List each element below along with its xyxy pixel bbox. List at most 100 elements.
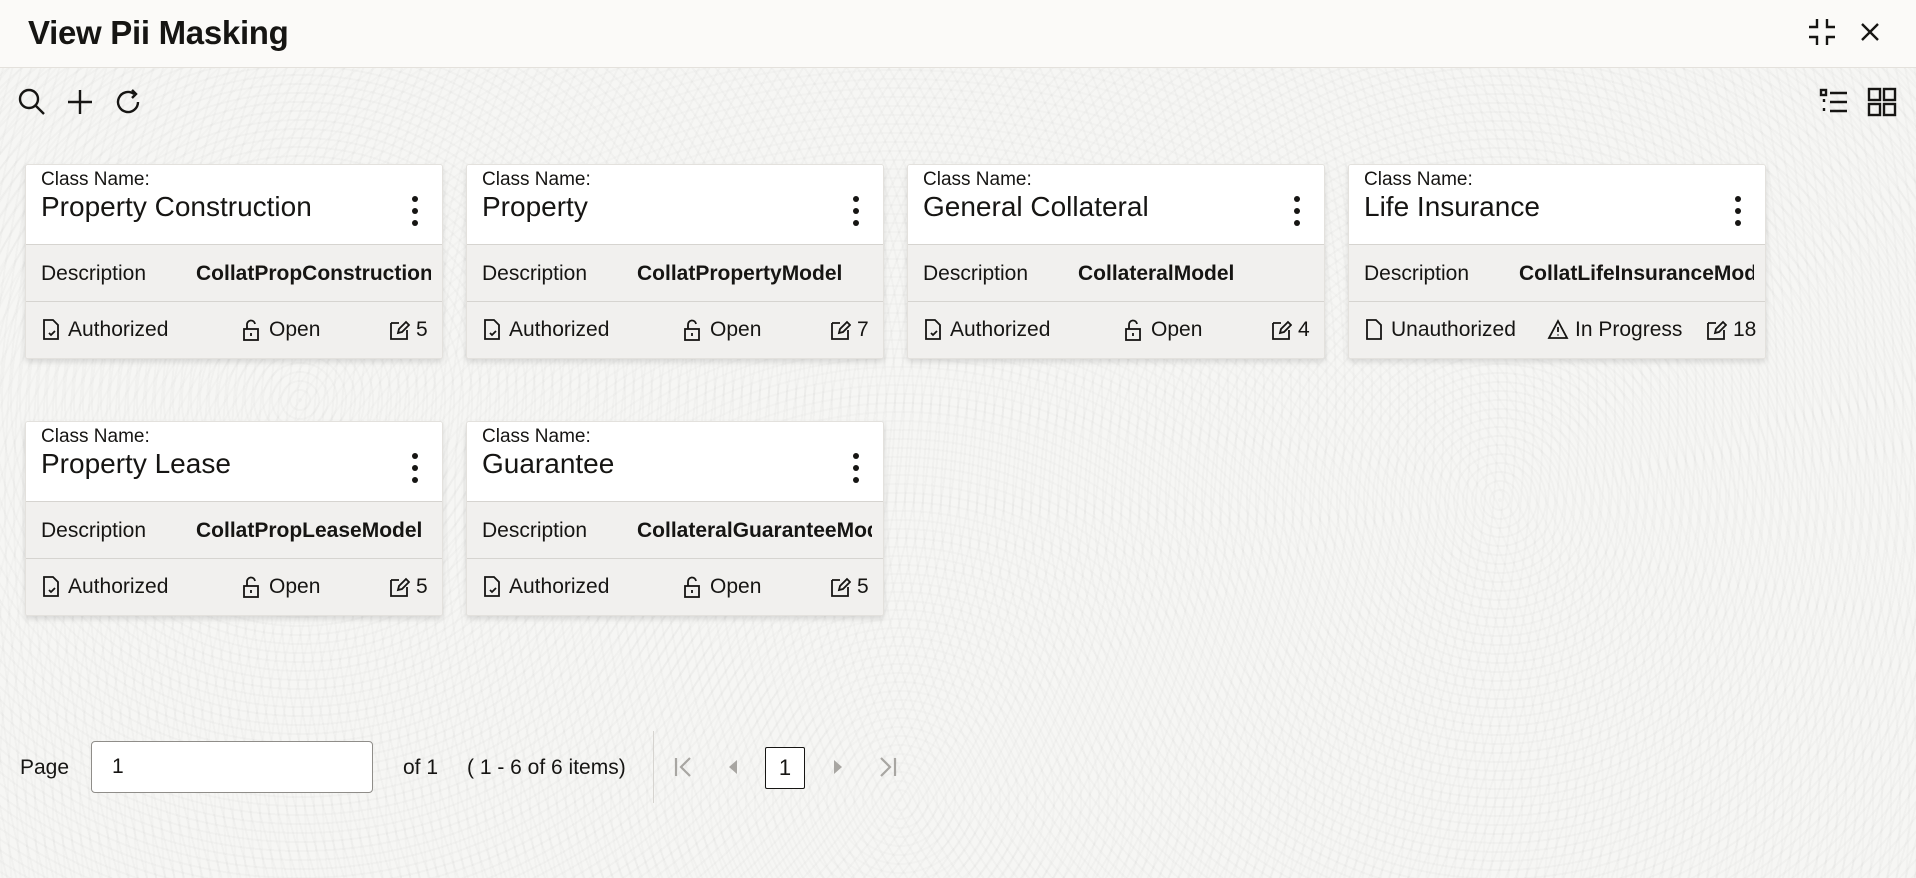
current-page-button[interactable]: 1 [765,747,805,789]
auth-status-text: Authorized [68,575,169,598]
description-value: CollatPropertyModel [637,262,843,285]
description-row: Description CollatPropLeaseModel [26,502,442,559]
more-options-icon[interactable] [400,191,430,231]
unlock-icon [243,319,259,341]
class-name-label: Class Name: [1364,169,1473,190]
more-options-icon[interactable] [400,448,430,488]
lock-status-text: Open [710,318,762,341]
class-card[interactable]: Class Name: Property Construction Descri… [25,164,443,359]
last-page-icon[interactable] [871,751,903,783]
authorized-doc-icon [43,576,59,597]
auth-status: Authorized [40,575,168,599]
lock-status: Open [241,318,320,342]
class-card[interactable]: Class Name: Property Description CollatP… [466,164,884,359]
edit-icon [831,577,851,597]
description-label: Description [482,262,588,285]
class-card[interactable]: Class Name: Guarantee Description Collat… [466,421,884,616]
modification-count: 4 [1270,318,1310,342]
description-label: Description [923,262,1029,285]
lock-status: Open [682,318,761,342]
description-value: CollatPropConstructionModel [196,262,431,285]
modification-count: 5 [388,318,428,342]
class-card[interactable]: Class Name: Life Insurance Description C… [1348,164,1766,359]
count-text: 5 [857,575,869,598]
description-row: Description CollateralModel [908,245,1324,302]
class-name-label: Class Name: [482,169,591,190]
list-view-icon[interactable] [1816,84,1852,120]
card-header: Class Name: Guarantee [467,422,883,502]
class-card[interactable]: Class Name: Property Lease Description C… [25,421,443,616]
lock-status-text: Open [1151,318,1203,341]
grid-view-icon[interactable] [1864,84,1900,120]
unlock-icon [243,576,259,598]
class-name-label: Class Name: [41,426,150,447]
count-text: 7 [857,318,869,341]
search-icon[interactable] [14,84,50,120]
description-row: Description CollatPropertyModel [467,245,883,302]
status-row: Unauthorized In Progress 18 [1349,302,1765,358]
page-title: View Pii Masking [28,14,289,51]
unlock-icon [684,319,700,341]
auth-status-text: Authorized [950,318,1051,341]
lock-status: Open [1123,318,1202,342]
count-text: 18 [1733,318,1757,341]
warning-icon [1547,319,1569,339]
header-bar: View Pii Masking [0,0,1916,68]
class-name-value: Property Construction [41,191,312,222]
class-name-value: General Collateral [923,191,1149,222]
edit-icon [1272,320,1292,340]
refresh-icon[interactable] [110,84,146,120]
auth-status: Unauthorized [1363,318,1516,342]
edit-icon [390,577,410,597]
page-number-input[interactable] [91,741,373,793]
lock-status-text: Open [269,318,321,341]
status-row: Authorized Open 4 [908,302,1324,358]
card-header: Class Name: Property Lease [26,422,442,502]
unlock-icon [684,576,700,598]
description-value: CollateralModel [1078,262,1235,285]
modification-count: 18 [1705,318,1756,342]
auth-status-text: Unauthorized [1391,318,1516,341]
status-row: Authorized Open 5 [467,559,883,615]
plus-icon[interactable] [62,84,98,120]
card-header: Class Name: Life Insurance [1349,165,1765,245]
auth-status: Authorized [40,318,168,342]
modification-count: 7 [829,318,869,342]
edit-icon [390,320,410,340]
edit-icon [1707,320,1727,340]
class-name-value: Guarantee [482,448,615,479]
description-row: Description CollatLifeInsuranceModel [1349,245,1765,302]
authorized-doc-icon [43,319,59,340]
lock-status: Open [241,575,320,599]
more-options-icon[interactable] [841,448,871,488]
class-name-label: Class Name: [482,426,591,447]
minimize-icon[interactable] [1804,14,1840,50]
first-page-icon[interactable] [668,751,700,783]
card-header: Class Name: General Collateral [908,165,1324,245]
more-options-icon[interactable] [1282,191,1312,231]
authorized-doc-icon [925,319,941,340]
description-label: Description [482,519,588,542]
previous-page-icon[interactable] [718,751,750,783]
count-text: 4 [1298,318,1310,341]
count-text: 5 [416,575,428,598]
next-page-icon[interactable] [821,751,853,783]
auth-status: Authorized [481,575,609,599]
modification-count: 5 [388,575,428,599]
description-value: CollatPropLeaseModel [196,519,423,542]
more-options-icon[interactable] [1723,191,1753,231]
card-header: Class Name: Property Construction [26,165,442,245]
lock-status-text: Open [269,575,321,598]
close-icon[interactable] [1852,14,1888,50]
card-header: Class Name: Property [467,165,883,245]
class-card[interactable]: Class Name: General Collateral Descripti… [907,164,1325,359]
class-name-value: Property Lease [41,448,231,479]
lock-status: Open [682,575,761,599]
count-text: 5 [416,318,428,341]
class-name-label: Class Name: [923,169,1032,190]
lock-status-text: In Progress [1575,318,1683,341]
auth-status-text: Authorized [509,575,610,598]
status-row: Authorized Open 5 [26,302,442,358]
more-options-icon[interactable] [841,191,871,231]
authorized-doc-icon [484,319,500,340]
